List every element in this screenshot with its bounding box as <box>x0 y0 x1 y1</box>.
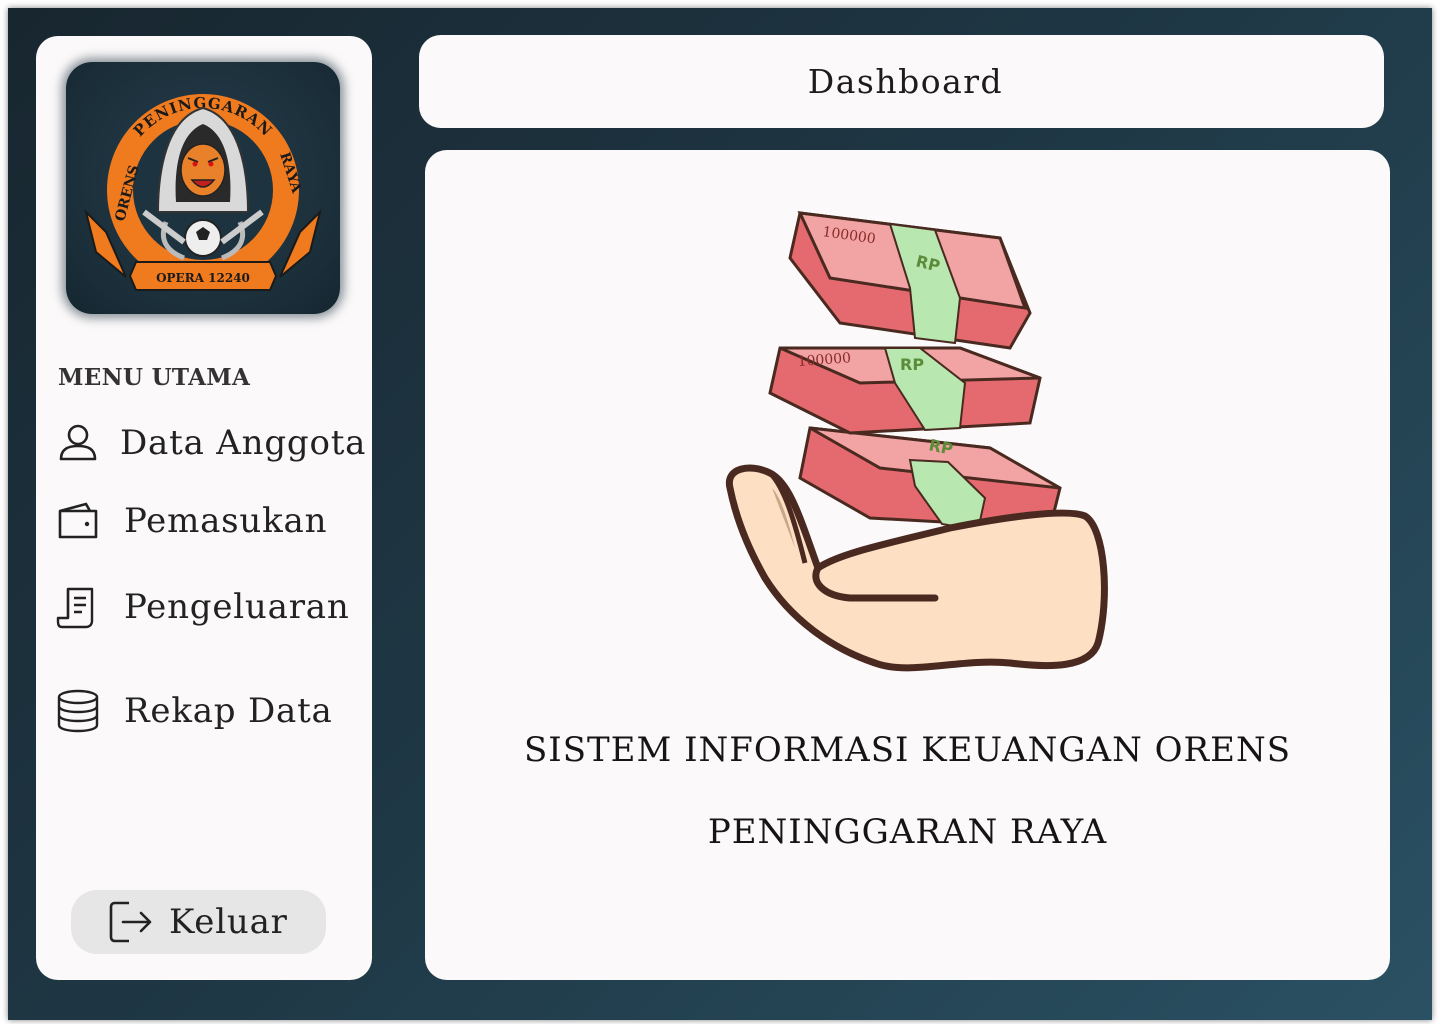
sidebar-item-data-anggota[interactable]: Data Anggota <box>56 418 365 468</box>
money-in-hand-illustration: RP 100000 RP 100000 RP <box>725 211 1108 672</box>
system-title-line1: SISTEM INFORMASI KEUANGAN ORENS <box>523 730 1291 770</box>
orens-logo: PENINGGARAN ORENS RAYA OPERA 12240 <box>66 62 340 314</box>
svg-text:RP: RP <box>900 355 924 374</box>
menu-heading: MENU UTAMA <box>58 364 251 391</box>
banknote-stack-icon: 100000 RP <box>788 211 1032 350</box>
svg-text:OPERA 12240: OPERA 12240 <box>156 271 250 285</box>
page-header: Dashboard <box>419 35 1384 128</box>
wallet-icon <box>56 499 100 543</box>
logout-button[interactable]: Keluar <box>71 890 326 954</box>
database-icon <box>56 689 100 733</box>
page-title: Dashboard <box>807 62 1004 101</box>
receipt-icon <box>56 585 100 629</box>
user-icon <box>56 421 100 465</box>
sidebar-item-label: Pengeluaran <box>124 587 350 627</box>
tiger-emblem-icon: PENINGGARAN ORENS RAYA OPERA 12240 <box>84 94 322 291</box>
logout-icon <box>107 899 153 945</box>
sidebar: PENINGGARAN ORENS RAYA OPERA 12240 MENU … <box>36 36 372 980</box>
sidebar-item-label: Rekap Data <box>124 691 333 731</box>
sidebar-item-rekap-data[interactable]: Rekap Data <box>56 686 356 736</box>
sidebar-item-pemasukan[interactable]: Pemasukan <box>56 496 356 546</box>
logout-label: Keluar <box>169 902 288 942</box>
banknote-stack-icon: 100000 RP <box>768 346 1042 435</box>
sidebar-item-label: Pemasukan <box>124 501 328 541</box>
dashboard-content: RP 100000 RP 100000 RP SISTEM INFORMASI … <box>425 150 1390 980</box>
sidebar-item-pengeluaran[interactable]: Pengeluaran <box>56 582 356 632</box>
sidebar-item-label: Data Anggota <box>120 423 367 463</box>
system-title-line2: PENINGGARAN RAYA <box>707 812 1108 852</box>
